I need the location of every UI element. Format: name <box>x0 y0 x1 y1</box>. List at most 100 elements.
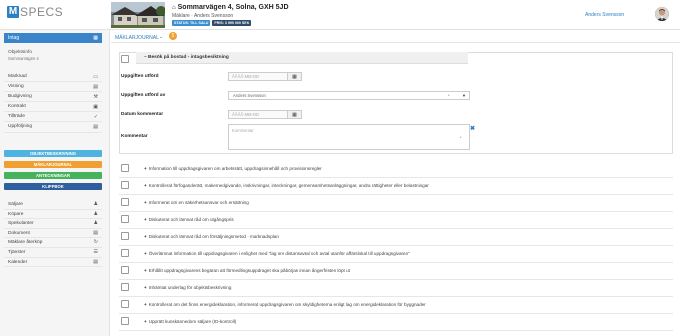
task-checkbox[interactable] <box>121 249 129 257</box>
close-icon[interactable]: ✖ <box>470 125 475 132</box>
plus-icon: + <box>144 183 147 188</box>
object-info-value: Sommarvägen 4 <box>8 56 39 61</box>
sidebar-item-uppfoljning[interactable]: Uppföljning ▤ <box>4 122 102 133</box>
calendar-icon: ▤ <box>93 124 98 131</box>
task-row[interactable]: + Kontrollerat om det finns energideklara… <box>144 302 426 307</box>
row-divider <box>119 228 673 229</box>
price-badge: PRIS: 3 990 000 SEK <box>212 20 252 26</box>
sidebar-item-visning[interactable]: Visning ▤ <box>4 82 102 93</box>
task-row[interactable]: + Upprätt kunskännedom säljare (ID-kontro… <box>144 319 236 324</box>
row-divider <box>119 262 673 263</box>
sidebar-item-maklare-aterkop[interactable]: Mäklare återköp ↻ <box>4 238 102 248</box>
sidebar-item-label: Dokument <box>8 230 30 236</box>
sidebar-item-label: Marknad <box>8 74 27 79</box>
objektbeskrivning-button[interactable]: OBJEKTBESKRIVNING <box>4 150 102 157</box>
sidebar-item-intag[interactable]: Intag ▦ <box>4 33 102 43</box>
comment-placeholder: Kommentar <box>232 128 254 133</box>
app-logo[interactable]: M SPECS <box>7 6 63 18</box>
task-row-label: Information till uppdragsgivaren om arbe… <box>148 166 322 171</box>
task-row[interactable]: + Diskuterat och lämnat råd om försäljnin… <box>144 234 279 239</box>
row-divider <box>119 279 673 280</box>
task-row[interactable]: + Inhämtat underlag för objektsbeskrivnin… <box>144 285 231 290</box>
sidebar-item-spekulanter[interactable]: Spekulanter ♟ <box>4 219 102 229</box>
sidebar-item-tjanster[interactable]: Tjänster ☰ <box>4 248 102 258</box>
plus-icon: + <box>144 200 147 205</box>
task-checkbox[interactable] <box>121 215 129 223</box>
lock-icon: ▣ <box>93 104 98 111</box>
done-by-select[interactable]: Anders Svensson * ▼ <box>228 91 470 100</box>
row-divider <box>119 211 673 212</box>
check-icon: ✓ <box>93 114 98 121</box>
plus-icon: + <box>144 166 147 171</box>
comment-label: Kommentar <box>121 134 148 139</box>
sidebar-item-kopare[interactable]: Köpare ♟ <box>4 210 102 220</box>
journal-tab[interactable]: MÄKLARJOURNAL <box>115 35 159 41</box>
task-row[interactable]: + Erhållit uppdragsgivarens begäran att f… <box>144 268 350 273</box>
task-checkbox[interactable] <box>121 164 129 172</box>
task-checkbox[interactable] <box>121 232 129 240</box>
user-name[interactable]: Anders Svensson <box>585 12 624 18</box>
journal-count-badge[interactable]: 5 <box>169 32 177 40</box>
task-row[interactable]: + Diskuterat och lämnat råd om utgångspri… <box>144 217 234 222</box>
sidebar-item-saljare[interactable]: Säljare ♟ <box>4 200 102 210</box>
property-photo[interactable] <box>111 2 165 28</box>
sidebar-item-label: Spekulanter <box>8 221 34 227</box>
task-checkbox[interactable] <box>121 181 129 189</box>
task-checkbox[interactable] <box>121 266 129 274</box>
sidebar-item-tilltrade[interactable]: Tillträde ✓ <box>4 112 102 123</box>
task-row[interactable]: + Informerat om en säkerhetsansvar och er… <box>144 200 249 205</box>
calendar-icon[interactable]: ▦ <box>288 72 302 81</box>
document-icon: ▤ <box>93 229 98 236</box>
caret-down-icon: ▼ <box>462 93 466 98</box>
plus-icon: + <box>144 285 147 290</box>
comment-textarea[interactable]: Kommentar * <box>228 124 470 150</box>
task-row-label: Upprätt kunskännedom säljare (ID-kontrol… <box>148 319 237 324</box>
task-checkbox[interactable] <box>121 198 129 206</box>
object-info[interactable]: Objektsinfo Sommarvägen 4 <box>8 50 39 61</box>
task-row-label: Överlämnat information till uppdragsgiva… <box>148 251 410 256</box>
task-row[interactable]: + Överlämnat information till uppdragsgiv… <box>144 251 410 256</box>
grid-icon: ▦ <box>93 35 98 41</box>
expanded-task-title-text: Besök på bostad - intagsbesiktning <box>148 55 229 60</box>
expanded-task-title[interactable]: – Besök på bostad - intagsbesiktning <box>144 55 229 60</box>
task-row-label: Kontrollerat förfoganderätt, makemedgiva… <box>148 183 429 188</box>
chevron-down-icon[interactable]: ⌄ <box>159 34 163 40</box>
sidebar-item-budgivning[interactable]: Budgivning ⚒ <box>4 92 102 103</box>
sidebar-item-label: Köpare <box>8 211 24 217</box>
task-checkbox[interactable] <box>121 55 129 63</box>
row-divider <box>119 296 673 297</box>
klippbok-button[interactable]: KLIPPBOK <box>4 183 102 190</box>
sidebar-item-label: Intag <box>8 35 20 41</box>
maklarjournal-button[interactable]: MÄKLARJOURNAL <box>4 161 102 168</box>
task-row[interactable]: + Information till uppdragsgivaren om arb… <box>144 166 322 171</box>
task-row-label: Diskuterat och lämnat råd om försäljning… <box>148 234 279 239</box>
required-mark: * <box>460 135 462 140</box>
anteckningar-button[interactable]: ANTECKNINGAR <box>4 172 102 179</box>
monitor-icon: ▭ <box>93 74 98 80</box>
sidebar-item-label: Säljare <box>8 202 23 207</box>
task-checkbox[interactable] <box>121 317 129 325</box>
contacts-menu: Säljare ♟ Köpare ♟ Spekulanter ♟ Dokument ▤ … <box>4 200 102 268</box>
gavel-icon: ⚒ <box>93 94 98 101</box>
calendar-icon[interactable]: ▦ <box>288 110 302 119</box>
plus-icon: + <box>144 251 147 256</box>
done-date-input[interactable]: ÅÅÅÅ-MM-DD <box>228 72 288 81</box>
property-title-text: Sommarvägen 4, Solna, GXH 5JD <box>177 4 289 11</box>
property-badges: STATUS: TILL SALU PRIS: 3 990 000 SEK <box>172 20 252 26</box>
avatar[interactable] <box>655 7 669 21</box>
required-mark: * <box>448 93 450 98</box>
person-icon: ♟ <box>93 201 98 207</box>
logo-mark: M <box>7 6 19 18</box>
sidebar-item-label: Uppföljning <box>8 124 33 130</box>
plus-icon: + <box>144 234 147 239</box>
sidebar-item-kalender[interactable]: Kalender ▤ <box>4 258 102 268</box>
task-checkbox[interactable] <box>121 300 129 308</box>
sidebar-item-marknad[interactable]: Marknad ▭ <box>4 72 102 83</box>
task-row[interactable]: + Kontrollerat förfoganderätt, makemedgiv… <box>144 183 429 188</box>
sidebar-item-kontrakt[interactable]: Kontrakt ▣ <box>4 102 102 113</box>
calendar-icon: ▤ <box>93 258 98 265</box>
sidebar-item-label: Kalender <box>8 259 28 265</box>
sidebar-item-dokument[interactable]: Dokument ▤ <box>4 229 102 239</box>
comment-date-input[interactable]: ÅÅÅÅ-MM-DD <box>228 110 288 119</box>
task-checkbox[interactable] <box>121 283 129 291</box>
